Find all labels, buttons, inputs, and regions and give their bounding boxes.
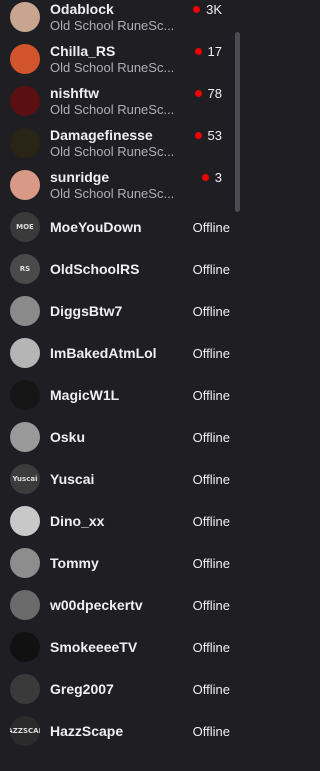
channel-avatar [10, 632, 40, 662]
viewer-count-text: 53 [207, 127, 222, 143]
channel-list: Odablock Old School RuneSc... 3K Chilla_RS O… [0, 0, 232, 752]
offline-status-text: Offline [192, 555, 230, 571]
viewer-count-text: 17 [207, 43, 222, 59]
live-indicator-icon [194, 47, 202, 55]
channel-avatar [10, 296, 40, 326]
channel-game: Old School RuneSc... [50, 101, 175, 117]
offline-status: Offline [193, 416, 230, 458]
channel-avatar [10, 674, 40, 704]
offline-status: Offline [193, 248, 230, 290]
channel-avatar [10, 506, 40, 536]
offline-status: Offline [193, 542, 230, 584]
channel-item-moeyoudown[interactable]: MOE MoeYouDown Offline [0, 206, 232, 248]
offline-status: Offline [193, 458, 230, 500]
offline-status-text: Offline [192, 681, 230, 697]
channel-avatar: RS [10, 254, 40, 284]
channel-game: Old School RuneSc... [50, 59, 175, 75]
channel-item-sunridge[interactable]: sunridge Old School RuneSc... 3 [0, 164, 232, 206]
avatar-logo-text: HAZZSCAPE [10, 727, 40, 735]
offline-status-text: Offline [192, 513, 230, 529]
channel-item-w00dpeckertv[interactable]: w00dpeckertv Offline [0, 584, 232, 626]
offline-status-text: Offline [192, 429, 230, 445]
viewer-count: 17 [194, 30, 222, 72]
offline-status: Offline [193, 668, 230, 710]
offline-status: Offline [193, 710, 230, 752]
viewer-count-text: 3 [214, 169, 222, 185]
channel-item-yuscai[interactable]: Yuscai Yuscai Offline [0, 458, 232, 500]
offline-status: Offline [193, 332, 230, 374]
viewer-count-text: 3K [206, 1, 222, 17]
channel-avatar [10, 170, 40, 200]
offline-status-text: Offline [192, 723, 230, 739]
offline-status: Offline [193, 290, 230, 332]
scrollbar-thumb[interactable] [235, 32, 240, 212]
viewer-count: 3 [201, 156, 222, 198]
live-indicator-icon [194, 131, 202, 139]
channel-item-tommy[interactable]: Tommy Offline [0, 542, 232, 584]
live-indicator-icon [193, 5, 201, 13]
viewer-count: 78 [194, 72, 222, 114]
channel-item-hazzscape[interactable]: HAZZSCAPEHazzScapeOffline [0, 710, 232, 752]
channel-item-oldschoolrs[interactable]: RS OldSchoolRS Offline [0, 248, 232, 290]
channel-game: Old School RuneSc... [50, 185, 175, 201]
channel-avatar [10, 2, 40, 32]
offline-status-text: Offline [192, 345, 230, 361]
offline-status-text: Offline [192, 303, 230, 319]
channel-avatar: HAZZSCAPE [10, 716, 40, 746]
channel-item-smokeeeetv[interactable]: SmokeeeeTV Offline [0, 626, 232, 668]
channel-avatar [10, 422, 40, 452]
channel-item-diggsbtw7[interactable]: DiggsBtw7 Offline [0, 290, 232, 332]
viewer-count: 3K [193, 0, 222, 30]
live-indicator-icon [201, 173, 209, 181]
channel-avatar: Yuscai [10, 464, 40, 494]
channel-game: Old School RuneSc... [50, 17, 175, 33]
channel-item-osku[interactable]: Osku Offline [0, 416, 232, 458]
offline-status-text: Offline [192, 261, 230, 277]
offline-status: Offline [193, 206, 230, 248]
channel-game: Old School RuneSc... [50, 143, 175, 159]
scrollbar-track[interactable] [234, 0, 242, 771]
avatar-logo-text: Yuscai [12, 475, 38, 483]
channel-avatar [10, 44, 40, 74]
offline-status: Offline [193, 626, 230, 668]
offline-status: Offline [193, 500, 230, 542]
offline-status-text: Offline [192, 219, 230, 235]
offline-status-text: Offline [192, 597, 230, 613]
avatar-logo-text: MOE [16, 223, 34, 231]
channel-avatar [10, 590, 40, 620]
channel-avatar [10, 338, 40, 368]
channel-avatar: MOE [10, 212, 40, 242]
viewer-count-text: 78 [207, 85, 222, 101]
followed-channels-panel: Odablock Old School RuneSc... 3K Chilla_RS O… [0, 0, 242, 771]
channel-item-imbakedatmlol[interactable]: ImBakedAtmLol Offline [0, 332, 232, 374]
channel-item-damagefinesse[interactable]: Damagefinesse Old School RuneSc... 53 [0, 122, 232, 164]
channel-item-greg2007[interactable]: Greg2007 Offline [0, 668, 232, 710]
channel-item-dino-xx[interactable]: Dino_xx Offline [0, 500, 232, 542]
offline-status: Offline [193, 584, 230, 626]
channel-avatar [10, 86, 40, 116]
offline-status-text: Offline [192, 471, 230, 487]
viewer-count: 53 [194, 114, 222, 156]
channel-avatar [10, 128, 40, 158]
avatar-logo-text: RS [19, 265, 31, 273]
offline-status-text: Offline [192, 387, 230, 403]
offline-status: Offline [193, 374, 230, 416]
live-indicator-icon [194, 89, 202, 97]
channel-avatar [10, 380, 40, 410]
offline-status-text: Offline [192, 639, 230, 655]
channel-avatar [10, 548, 40, 578]
channel-item-magicw1l[interactable]: MagicW1L Offline [0, 374, 232, 416]
